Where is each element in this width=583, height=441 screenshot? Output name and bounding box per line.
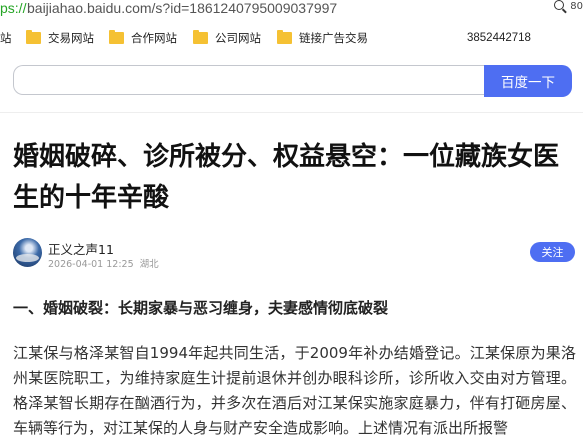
- zoom-value: 80: [570, 1, 583, 12]
- header-divider: [0, 112, 583, 113]
- address-bar[interactable]: ps:// baijiahao.baidu.com/s?id=186124079…: [0, 0, 583, 20]
- bookmark-lianjie[interactable]: 链接广告交易: [277, 28, 368, 48]
- article-title: 婚姻破碎、诊所被分、权益悬空：一位藏族女医生的十年辛酸: [13, 142, 560, 213]
- bookmark-jiaoyi[interactable]: 交易网站: [26, 28, 94, 48]
- follow-button[interactable]: 关注: [530, 242, 575, 262]
- folder-icon: [277, 30, 292, 44]
- bookmark-label: 公司网站: [215, 33, 261, 45]
- publish-date: 2026-04-01 12:25: [48, 259, 134, 270]
- url-text[interactable]: baijiahao.baidu.com/s?id=186124079500903…: [27, 0, 337, 16]
- bookmark-gongsi[interactable]: 公司网站: [193, 28, 261, 48]
- publish-location: 湖北: [139, 259, 159, 270]
- bookmark-label: 链接广告交易: [299, 33, 368, 45]
- bookmark-label: 合作网站: [131, 33, 177, 45]
- bookmark-label: 站: [0, 33, 12, 45]
- bookmark-hezuo[interactable]: 合作网站: [109, 28, 177, 48]
- search-bar: 百度一下: [13, 65, 572, 97]
- folder-icon: [193, 30, 208, 44]
- bookmarks-bar: 站 交易网站 合作网站 公司网站 链接广告交易 3852442718: [0, 28, 583, 48]
- folder-icon: [109, 30, 124, 44]
- zoom-icon: [554, 0, 565, 10]
- avatar[interactable]: [13, 238, 42, 267]
- bookmark-phone[interactable]: 3852442718: [467, 28, 531, 48]
- author-block: 正义之声11 2026-04-01 12:25 湖北 关注: [13, 238, 575, 270]
- author-meta: 2026-04-01 12:25 湖北: [48, 256, 159, 270]
- folder-icon: [26, 30, 41, 44]
- article-paragraph: 江某保与格泽某智自1994年起共同生活，于2009年补办结婚登记。江某保原为果洛…: [13, 344, 576, 437]
- section-heading: 一、婚姻破裂：长期家暴与恶习缠身，夫妻感情彻底破裂: [13, 299, 389, 317]
- zoom-indicator[interactable]: 80: [554, 0, 583, 14]
- bookmark-label: 交易网站: [48, 33, 94, 45]
- url-scheme: ps://: [0, 0, 27, 16]
- bookmark-truncated[interactable]: 站: [0, 28, 12, 48]
- search-input[interactable]: [13, 65, 491, 95]
- search-button[interactable]: 百度一下: [484, 65, 572, 97]
